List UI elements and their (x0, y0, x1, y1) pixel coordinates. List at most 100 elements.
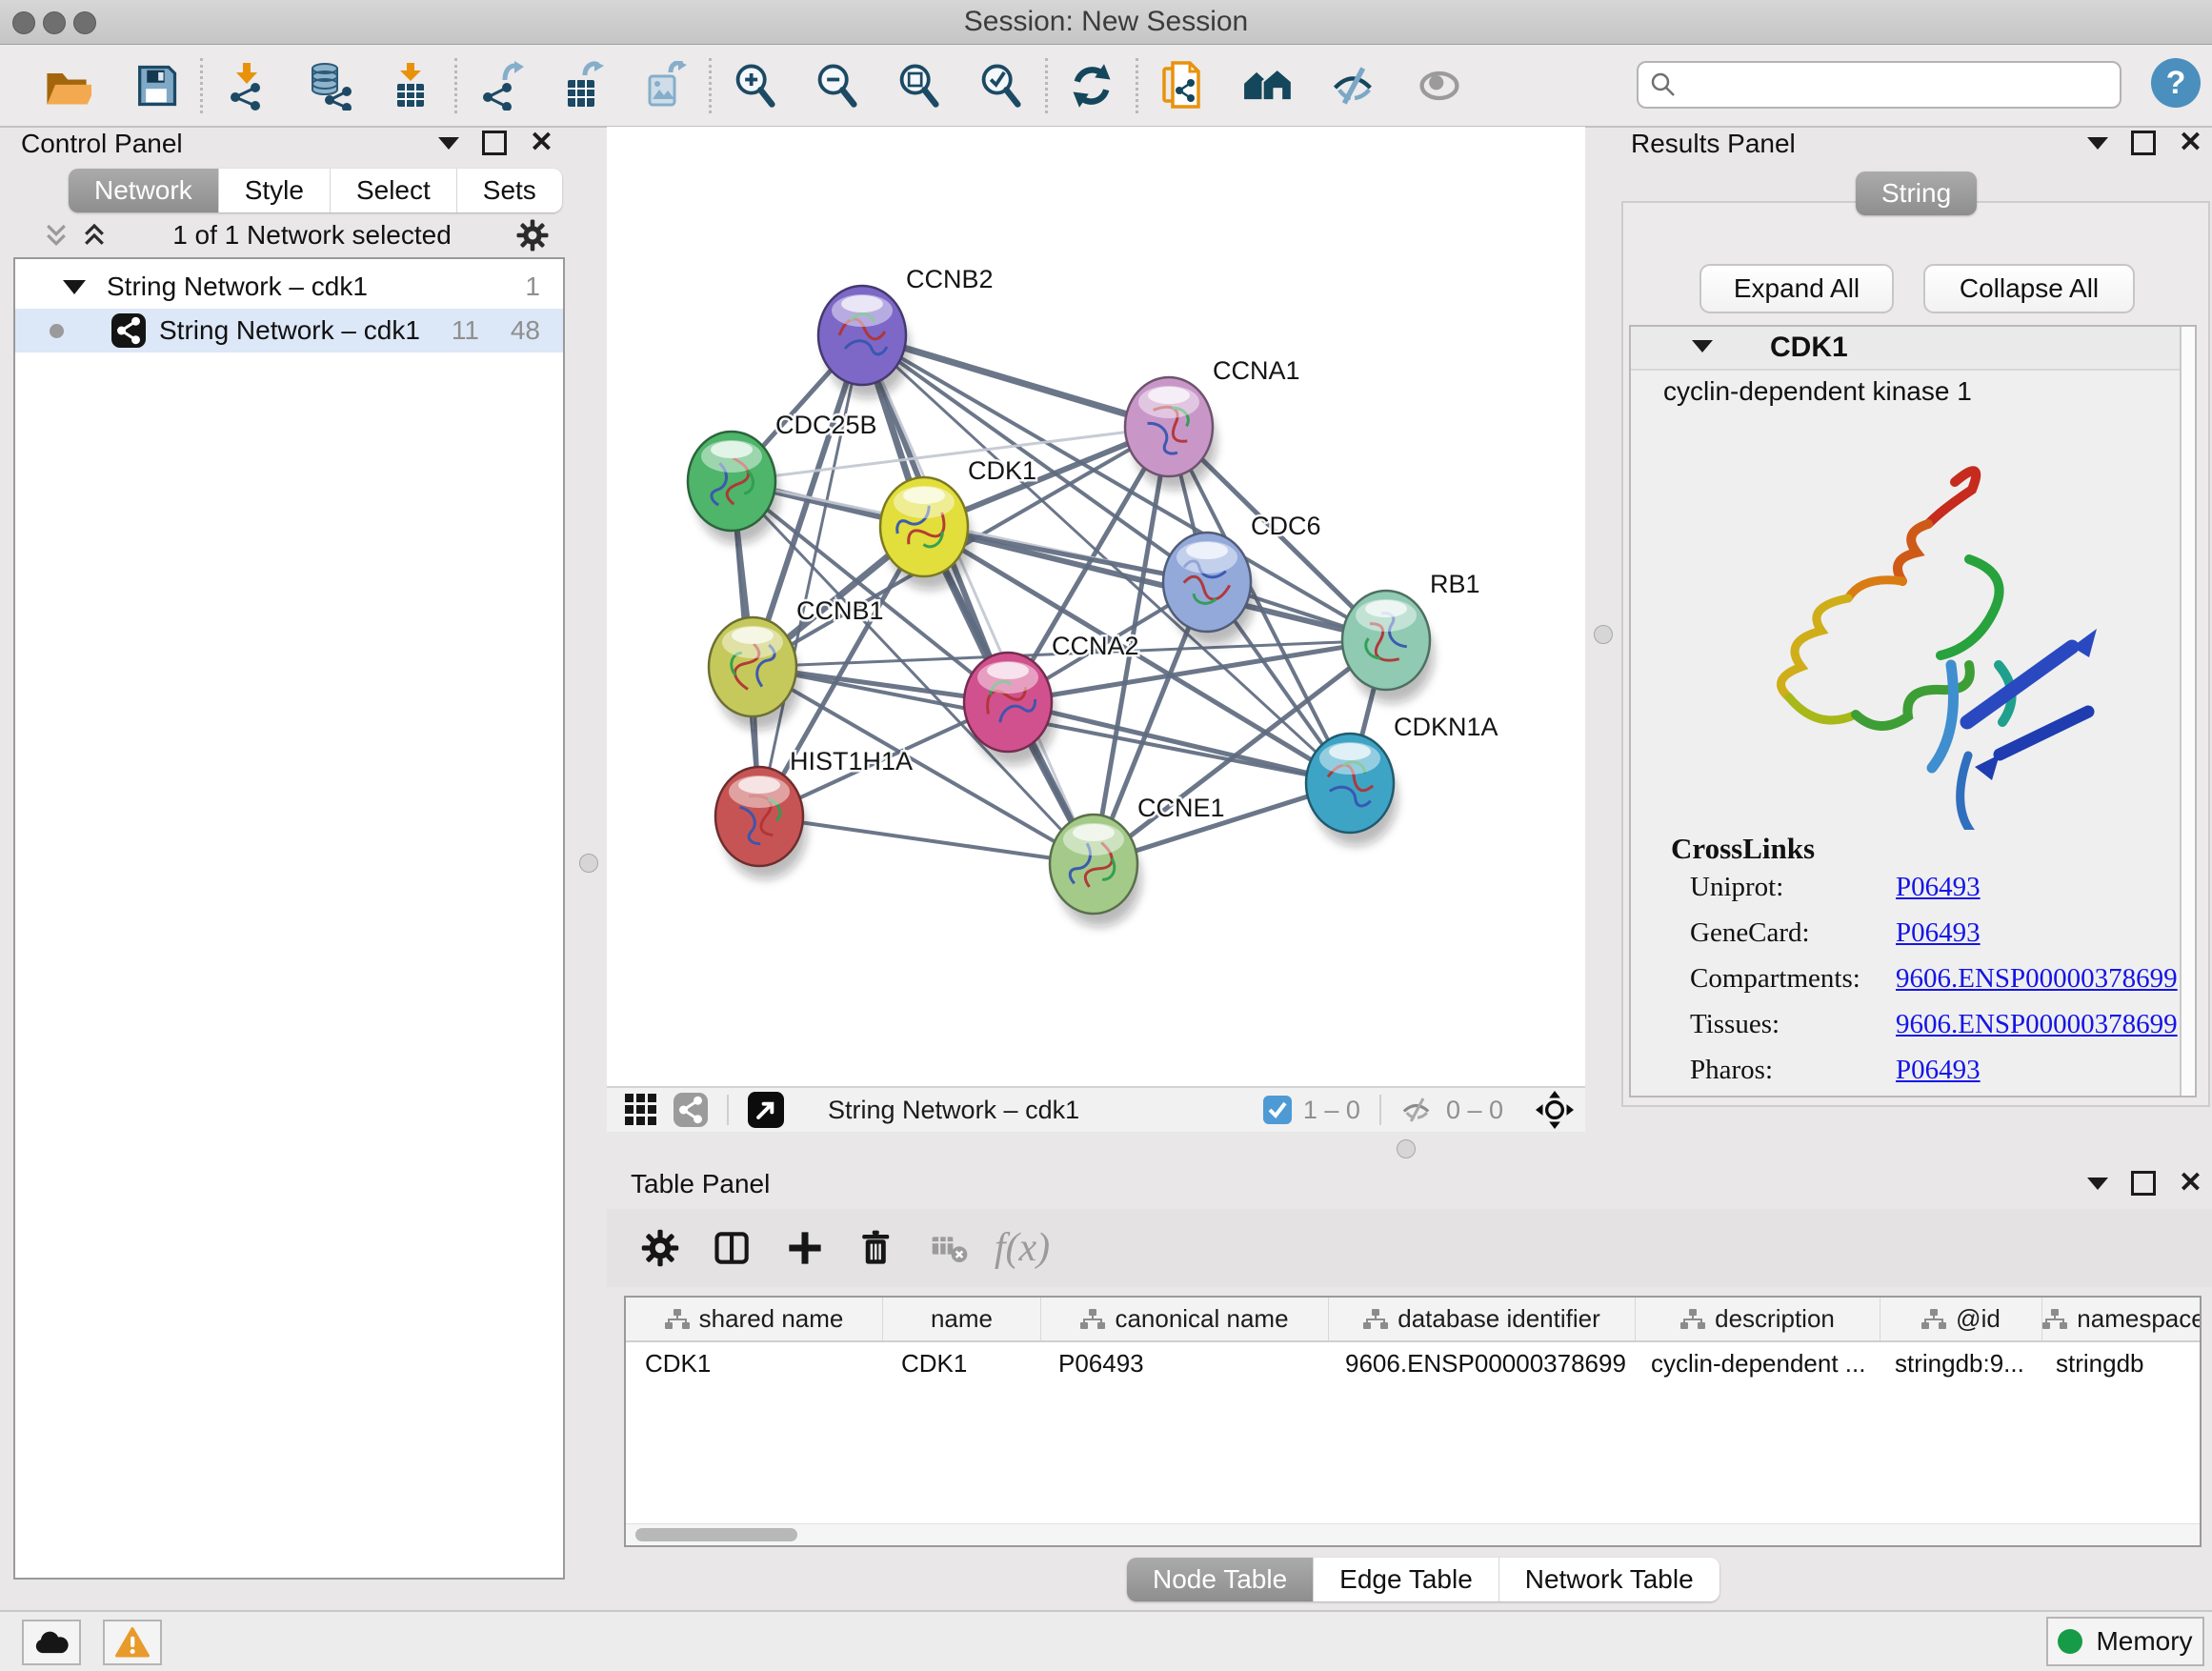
export-image-icon[interactable] (634, 55, 695, 116)
import-network-database-icon[interactable] (298, 55, 359, 116)
expand-all-button[interactable]: Expand All (1699, 264, 1894, 313)
column-header-namespace[interactable]: namespace (2042, 1298, 2202, 1340)
network-type-icon (111, 313, 146, 348)
open-session-icon[interactable] (36, 55, 97, 116)
cloud-button[interactable] (22, 1620, 81, 1665)
column-header--id[interactable]: @id (1880, 1298, 2042, 1340)
crosslink-link[interactable]: 9606.ENSP00000378699 (1896, 963, 2178, 995)
section-collapse-icon[interactable] (1692, 340, 1713, 352)
column-header-shared-name[interactable]: shared name (626, 1298, 883, 1340)
network-collection-row[interactable]: String Network – cdk1 1 (15, 265, 563, 309)
close-panel-icon[interactable]: ✕ (2179, 133, 2202, 152)
zoom-out-icon[interactable] (807, 55, 868, 116)
node-table[interactable]: shared namenamecanonical namedatabase id… (624, 1296, 2202, 1547)
float-panel-icon[interactable] (2131, 1171, 2156, 1196)
tab-edge-table[interactable]: Edge Table (1314, 1558, 1499, 1601)
bottom-splitter-handle[interactable] (1397, 1139, 1416, 1158)
protein-detail-card: CDK1 cyclin-dependent kinase 1 (1629, 325, 2197, 1097)
table-horizontal-scrollbar[interactable] (626, 1523, 2200, 1545)
table-toolbar: f(x) (607, 1209, 2212, 1287)
panel-menu-icon[interactable] (2087, 137, 2108, 150)
zoom-fit-icon[interactable] (889, 55, 950, 116)
create-column-icon[interactable] (769, 1218, 841, 1278)
tab-node-table[interactable]: Node Table (1127, 1558, 1314, 1601)
birdseye-grid-icon[interactable] (624, 1093, 658, 1127)
close-panel-icon[interactable]: ✕ (2179, 1174, 2202, 1193)
refresh-icon[interactable] (1061, 55, 1122, 116)
zoom-selected-icon[interactable] (971, 55, 1032, 116)
tab-style[interactable]: Style (219, 169, 331, 212)
column-header-database-identifier[interactable]: database identifier (1329, 1298, 1636, 1340)
network-list-header: 1 of 1 Network selected (13, 212, 565, 257)
show-all-icon[interactable] (1409, 55, 1470, 116)
crosslink-link[interactable]: 9606.ENSP00000378699 (1896, 1009, 2178, 1040)
import-table-file-icon[interactable] (380, 55, 441, 116)
import-network-file-icon[interactable] (216, 55, 277, 116)
crosslink-link[interactable]: P06493 (1896, 917, 1981, 949)
hidden-eye-icon[interactable] (1400, 1096, 1435, 1124)
table-settings-gear-icon[interactable] (624, 1218, 696, 1278)
graph-node-CDK1[interactable]: CDK1 (880, 456, 1036, 590)
crosslink-link[interactable]: P06493 (1896, 872, 1981, 903)
table-header-row: shared namenamecanonical namedatabase id… (626, 1298, 2200, 1342)
selected-checkbox-icon[interactable] (1263, 1096, 1292, 1124)
navigator-crosshair-icon[interactable] (1536, 1091, 1574, 1129)
copy-network-icon[interactable] (1152, 55, 1213, 116)
scrollbar-thumb[interactable] (635, 1528, 797, 1541)
crosslink-row: GeneCard:P06493 (1631, 917, 2195, 963)
tree-expand-icon[interactable] (63, 280, 86, 294)
export-network-icon[interactable] (471, 55, 532, 116)
open-external-icon[interactable] (748, 1092, 784, 1128)
network-share-icon[interactable] (674, 1093, 708, 1127)
network-row-selected[interactable]: String Network – cdk1 11 48 (15, 309, 563, 352)
graph-node-CDC6[interactable]: CDC6 (1163, 512, 1321, 645)
save-session-icon[interactable] (126, 55, 187, 116)
float-panel-icon[interactable] (482, 131, 507, 155)
panel-menu-icon[interactable] (438, 137, 459, 150)
warnings-button[interactable] (103, 1620, 162, 1665)
application-window: Session: New Session (0, 0, 2212, 1671)
tab-network-table[interactable]: Network Table (1499, 1558, 1719, 1601)
memory-button[interactable]: Memory (2046, 1617, 2204, 1666)
show-columns-icon[interactable] (696, 1218, 769, 1278)
collapse-all-button[interactable]: Collapse All (1923, 264, 2135, 313)
network-canvas[interactable]: CCNB2CCNA1CDC25BCDK1CDC6RB1CCNB1CCNA2CDK… (607, 127, 1585, 1086)
delete-column-icon[interactable] (841, 1218, 914, 1278)
results-scrollbar[interactable] (2180, 327, 2195, 1096)
column-header-name[interactable]: name (883, 1298, 1041, 1340)
delete-table-icon[interactable] (914, 1218, 986, 1278)
protein-section-header[interactable]: CDK1 (1631, 327, 2182, 371)
help-icon[interactable]: ? (2151, 58, 2201, 108)
gear-icon[interactable] (515, 218, 550, 252)
hide-selected-icon[interactable] (1323, 55, 1384, 116)
zoom-in-icon[interactable] (725, 55, 786, 116)
tab-select[interactable]: Select (331, 169, 457, 212)
expand-all-icon[interactable] (80, 221, 109, 250)
close-panel-icon[interactable]: ✕ (530, 133, 553, 152)
graph-node-RB1[interactable]: RB1 (1342, 570, 1480, 703)
graph-node-CCNE1[interactable]: CCNE1 (1050, 794, 1225, 927)
search-box[interactable] (1637, 61, 2122, 109)
export-table-icon[interactable] (553, 55, 613, 116)
collapse-all-icon[interactable] (42, 221, 70, 250)
column-header-canonical-name[interactable]: canonical name (1041, 1298, 1329, 1340)
search-input[interactable] (1686, 70, 2110, 101)
column-header-description[interactable]: description (1636, 1298, 1880, 1340)
table-row[interactable]: CDK1CDK1P064939606.ENSP00000378699cyclin… (626, 1342, 2200, 1385)
float-panel-icon[interactable] (2131, 131, 2156, 155)
crosslink-link[interactable]: P06493 (1896, 1055, 1981, 1086)
memory-status-dot-icon (2058, 1629, 2082, 1654)
window-title: Session: New Session (0, 0, 2212, 44)
string-homes-icon[interactable] (1237, 55, 1298, 116)
tab-sets[interactable]: Sets (457, 169, 562, 212)
tab-network[interactable]: Network (69, 169, 219, 212)
right-splitter-handle[interactable] (1594, 625, 1613, 644)
graph-node-HIST1H1A[interactable]: HIST1H1A (715, 747, 913, 879)
tab-string[interactable]: String (1856, 171, 1977, 215)
cloud-icon (33, 1629, 70, 1656)
title-bar[interactable]: Session: New Session (0, 0, 2212, 45)
left-splitter-handle[interactable] (579, 854, 598, 873)
panel-menu-icon[interactable] (2087, 1178, 2108, 1190)
graph-node-CCNB2[interactable]: CCNB2 (818, 265, 994, 398)
graph-node-CDKN1A[interactable]: CDKN1A (1306, 713, 1498, 846)
